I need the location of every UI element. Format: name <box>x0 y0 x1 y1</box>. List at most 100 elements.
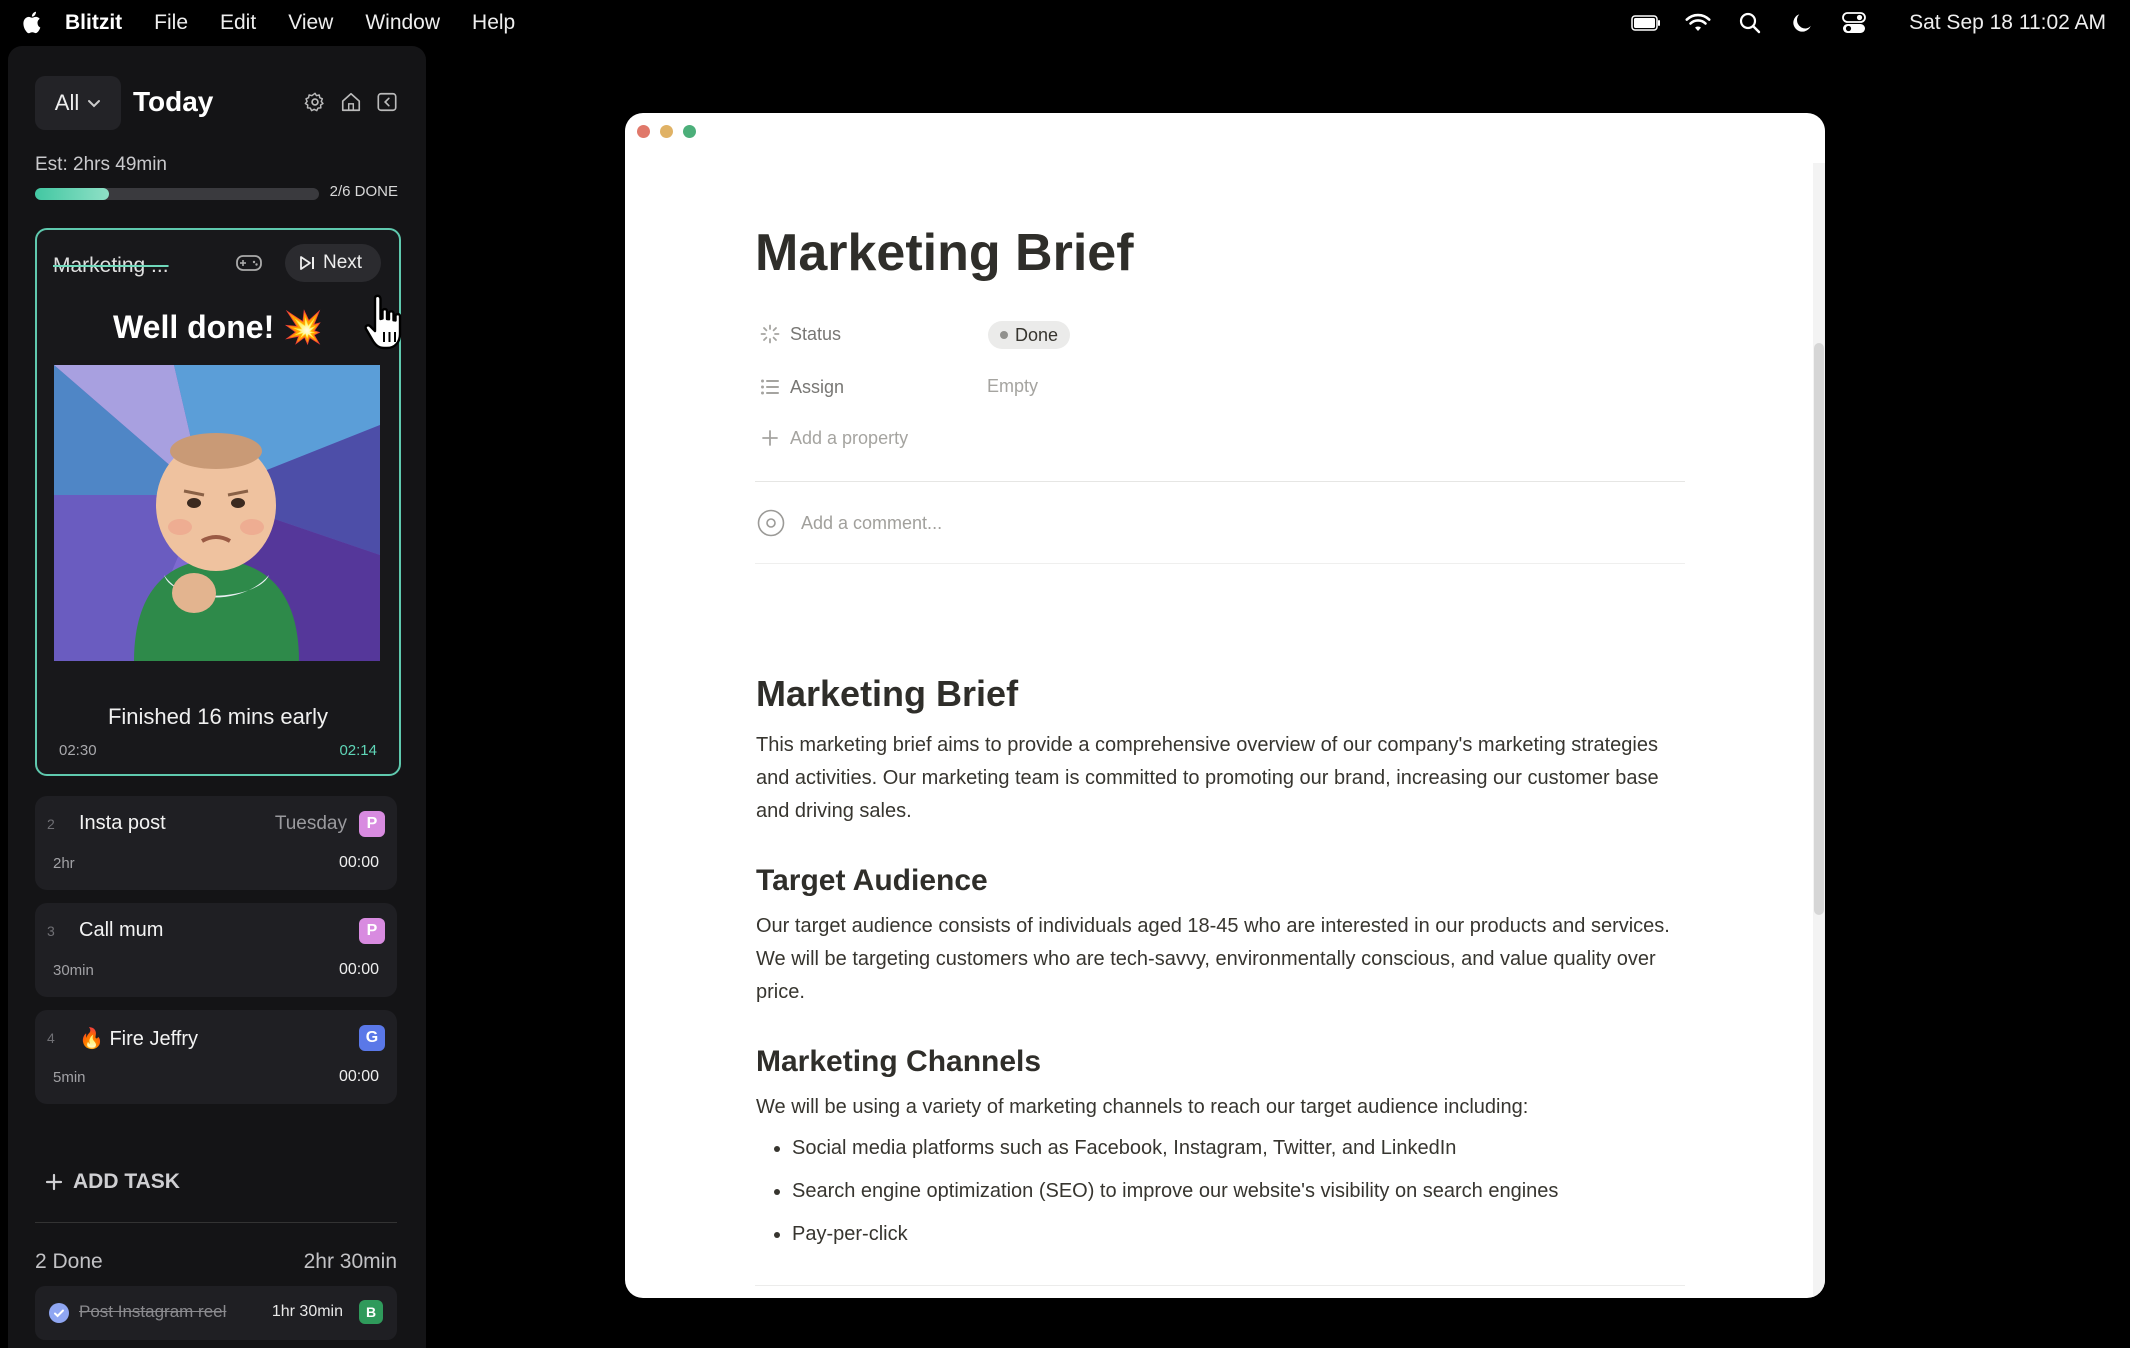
property-assign[interactable]: Assign <box>760 370 844 404</box>
divider <box>35 1222 397 1223</box>
status-spinner-icon <box>760 324 780 344</box>
status-dot <box>1000 331 1008 339</box>
menu-app-name[interactable]: Blitzit <box>65 11 122 35</box>
checkmark-icon[interactable] <box>49 1303 69 1323</box>
time-estimate: Est: 2hrs 49min <box>35 154 167 175</box>
assign-value[interactable]: Empty <box>987 376 1038 397</box>
status-value: Done <box>1015 324 1059 345</box>
document-title[interactable]: Marketing Brief <box>755 223 1134 283</box>
menu-bar: Blitzit File Edit View Window Help Sat S… <box>0 0 2130 46</box>
task-name[interactable]: 🔥 Fire Jeffry <box>79 1026 198 1051</box>
list-item: Social media platforms such as Facebook,… <box>792 1132 1686 1165</box>
progress-bar <box>35 188 319 200</box>
task-timer: 00:00 <box>338 1068 379 1085</box>
filter-label: All <box>54 90 80 115</box>
progress-label: 2/6 DONE <box>329 183 398 200</box>
page-title: Today <box>133 86 214 117</box>
active-task-title[interactable]: Marketing ... <box>53 254 169 278</box>
task-name[interactable]: Insta post <box>79 812 166 835</box>
marketing-channels-paragraph: We will be using a variety of marketing … <box>756 1096 1529 1118</box>
search-icon[interactable] <box>1735 10 1765 36</box>
moon-icon[interactable] <box>1787 10 1817 36</box>
task-list-badge[interactable]: P <box>359 811 385 837</box>
task-duration[interactable]: 2hr <box>53 855 75 872</box>
minimize-window-button[interactable] <box>660 125 673 138</box>
done-section-label[interactable]: 2 Done <box>35 1250 103 1274</box>
property-label: Status <box>790 323 842 344</box>
add-property-button[interactable]: Add a property <box>760 421 908 455</box>
task-number: 3 <box>47 923 55 939</box>
done-task-name: Post Instagram reel <box>79 1302 227 1321</box>
active-task-card[interactable]: Marketing ... Next Well done! 💥 Finished… <box>35 228 401 776</box>
section-heading-marketing-channels: Marketing Channels <box>756 1045 1042 1078</box>
done-task-row[interactable]: Post Instagram reel 1hr 30min B <box>35 1286 397 1340</box>
next-button-label: Next <box>323 252 363 273</box>
task-list-badge[interactable]: P <box>359 918 385 944</box>
menu-file[interactable]: File <box>154 11 188 35</box>
property-status[interactable]: Status <box>760 317 841 351</box>
list-icon <box>760 377 780 397</box>
celebration-text: Well done! <box>113 309 275 345</box>
menu-edit[interactable]: Edit <box>220 11 256 35</box>
skip-next-icon <box>300 256 314 270</box>
gamepad-icon[interactable] <box>235 252 263 274</box>
scrollbar-thumb[interactable] <box>1814 343 1824 915</box>
list-item: Pay-per-click <box>792 1218 1686 1251</box>
status-badge[interactable]: Done <box>988 321 1071 349</box>
divider <box>755 563 1685 564</box>
menu-window[interactable]: Window <box>365 11 440 35</box>
settings-gear-icon[interactable] <box>303 88 327 116</box>
celebration-image <box>54 365 380 661</box>
task-due-day[interactable]: Tuesday <box>275 813 347 835</box>
task-list-badge[interactable]: G <box>359 1025 385 1051</box>
comment-placeholder: Add a comment... <box>801 512 943 533</box>
body-heading: Marketing Brief <box>756 673 1019 714</box>
plus-icon <box>760 428 780 448</box>
battery-icon[interactable] <box>1631 10 1661 36</box>
progress-fill <box>35 188 109 200</box>
section-heading-target-audience: Target Audience <box>756 864 988 897</box>
filter-dropdown[interactable]: All <box>35 76 121 130</box>
task-name[interactable]: Call mum <box>79 919 163 942</box>
document-window: Marketing Brief Status Done Assign Empty… <box>625 113 1825 1298</box>
task-card[interactable]: 2 Insta post Tuesday P 2hr 00:00 <box>35 796 397 890</box>
finished-message: Finished 16 mins early <box>107 704 329 729</box>
list-item: Search engine optimization (SEO) to impr… <box>792 1175 1686 1208</box>
add-task-button[interactable]: ADD TASK <box>45 1170 180 1194</box>
task-duration[interactable]: 5min <box>53 1069 86 1086</box>
zoom-window-button[interactable] <box>683 125 696 138</box>
close-window-button[interactable] <box>637 125 650 138</box>
task-card[interactable]: 4 🔥 Fire Jeffry G 5min 00:00 <box>35 1010 397 1104</box>
divider <box>755 1285 1685 1286</box>
done-task-badge[interactable]: B <box>359 1300 383 1324</box>
apple-icon[interactable] <box>22 8 44 36</box>
wifi-icon[interactable] <box>1683 10 1713 36</box>
plus-icon <box>45 1173 63 1191</box>
menubar-clock[interactable]: Sat Sep 18 11:02 AM <box>1909 11 2106 35</box>
hand-cursor-icon <box>364 294 402 350</box>
actual-time: 02:14 <box>339 742 377 759</box>
task-card[interactable]: 3 Call mum P 30min 00:00 <box>35 903 397 997</box>
menu-help[interactable]: Help <box>472 11 515 35</box>
next-task-button[interactable]: Next <box>285 244 381 282</box>
channels-list: Social media platforms such as Facebook,… <box>756 1132 1686 1251</box>
explosion-emoji: 💥 <box>283 309 323 345</box>
add-task-label: ADD TASK <box>73 1170 180 1193</box>
property-label: Assign <box>790 376 845 397</box>
celebration-heading: Well done! 💥 <box>37 308 399 346</box>
home-icon[interactable] <box>339 88 363 116</box>
task-duration[interactable]: 30min <box>53 962 94 979</box>
control-center-icon[interactable] <box>1839 10 1869 36</box>
task-number: 2 <box>47 816 55 832</box>
intro-paragraph: This marketing brief aims to provide a c… <box>756 734 1659 822</box>
divider <box>755 481 1685 482</box>
chevron-down-icon <box>88 100 101 108</box>
comment-input[interactable]: Add a comment... <box>757 509 942 537</box>
collapse-sidebar-icon[interactable] <box>375 88 399 116</box>
menu-view[interactable]: View <box>288 11 333 35</box>
done-task-time: 1hr 30min <box>271 1303 343 1320</box>
task-timer: 00:00 <box>338 854 379 871</box>
sidebar-header: All Today <box>35 76 399 130</box>
document-body[interactable]: Marketing Brief This marketing brief aim… <box>756 673 1686 1261</box>
planned-time: 02:30 <box>59 742 97 759</box>
